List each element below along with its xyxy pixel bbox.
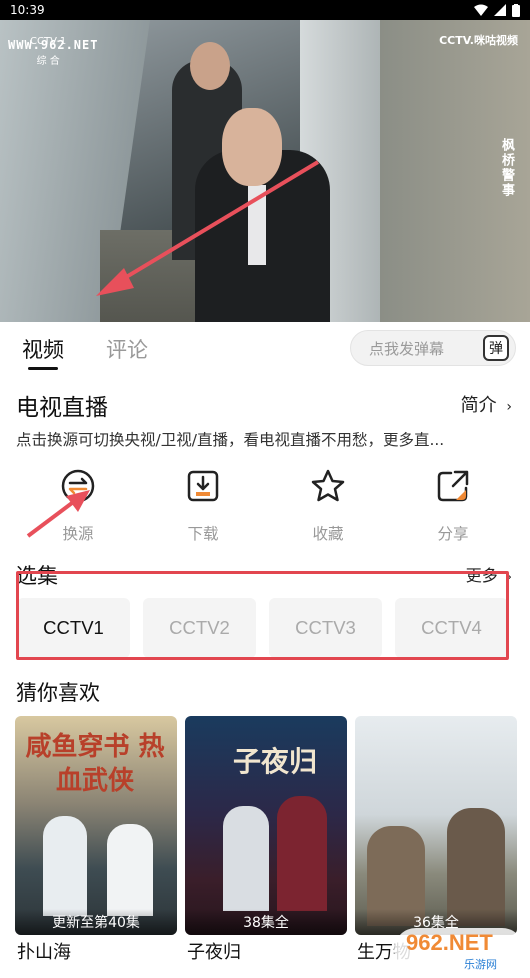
wifi-icon: [474, 4, 488, 16]
tab-comment[interactable]: 评论: [106, 334, 148, 364]
episode-cctv3[interactable]: CCTV3: [269, 598, 382, 658]
episodes-title: 选集: [16, 564, 58, 588]
battery-icon: [512, 3, 520, 17]
poster-title: 子夜归: [233, 745, 318, 778]
chevron-right-icon: ›: [506, 399, 512, 415]
tab-video[interactable]: 视频: [22, 334, 64, 364]
recommend-card[interactable]: 咸鱼穿书 热血武侠 更新至第40集: [15, 716, 177, 935]
danmaku-icon[interactable]: 弹: [483, 335, 509, 361]
program-title: 电视直播: [16, 395, 108, 421]
share-icon: [437, 470, 469, 502]
favorite-button[interactable]: 收藏: [288, 468, 368, 544]
status-bar: 10:39: [0, 0, 530, 20]
switch-source-label: 换源: [62, 525, 94, 543]
recommend-card-title: 扑山海: [17, 942, 71, 963]
share-button[interactable]: 分享: [413, 468, 493, 544]
brand-logo: CCTV.咪咕视频: [439, 34, 518, 47]
recommend-card[interactable]: 子夜归 38集全: [185, 716, 347, 935]
status-time: 10:39: [10, 3, 45, 17]
danmaku-placeholder: 点我发弹幕: [369, 339, 445, 358]
episode-cctv1[interactable]: CCTV1: [17, 598, 130, 658]
watermark-main: 962.NET: [406, 930, 493, 955]
cellular-signal-icon: [494, 4, 506, 16]
intro-label: 简介: [460, 395, 497, 416]
watermark-sub: 乐游网: [464, 958, 497, 971]
watermark-url: WWW.962.NET: [8, 38, 99, 52]
share-label: 分享: [437, 525, 469, 543]
program-description: 点击换源可切换央视/卫视/直播，看电视直播不用愁，更多直...: [16, 431, 445, 449]
switch-source-icon: [61, 469, 95, 503]
tab-active-indicator: [28, 367, 58, 370]
recommend-card[interactable]: 36集全: [355, 716, 517, 935]
more-label: 更多: [465, 566, 498, 585]
star-icon: [311, 469, 345, 502]
switch-source-button[interactable]: 换源: [38, 468, 118, 544]
intro-link[interactable]: 简介 ›: [461, 391, 512, 417]
show-title: 枫桥警事: [499, 138, 514, 198]
danmaku-input[interactable]: 点我发弹幕 弹: [350, 330, 516, 366]
status-icons: [474, 3, 520, 17]
download-button[interactable]: 下载: [163, 468, 243, 544]
episode-badge: 38集全: [185, 909, 347, 935]
download-label: 下载: [187, 525, 219, 543]
site-watermark-logo: 962.NET 乐游网: [394, 924, 524, 974]
more-episodes-link[interactable]: 更多 ›: [466, 562, 512, 586]
episode-badge: 更新至第40集: [15, 909, 177, 935]
recommend-title: 猜你喜欢: [16, 681, 100, 705]
episode-cctv4[interactable]: CCTV4: [395, 598, 508, 658]
favorite-label: 收藏: [312, 525, 344, 543]
chevron-right-icon: ›: [506, 570, 512, 585]
video-player[interactable]: CCTV-1 综 合 WWW.962.NET CCTV.咪咕视频 枫桥警事: [0, 20, 530, 322]
poster-title: 咸鱼穿书 热血武侠: [25, 732, 165, 796]
episode-cctv2[interactable]: CCTV2: [143, 598, 256, 658]
download-icon: [187, 470, 219, 502]
recommend-card-title: 子夜归: [187, 942, 241, 963]
